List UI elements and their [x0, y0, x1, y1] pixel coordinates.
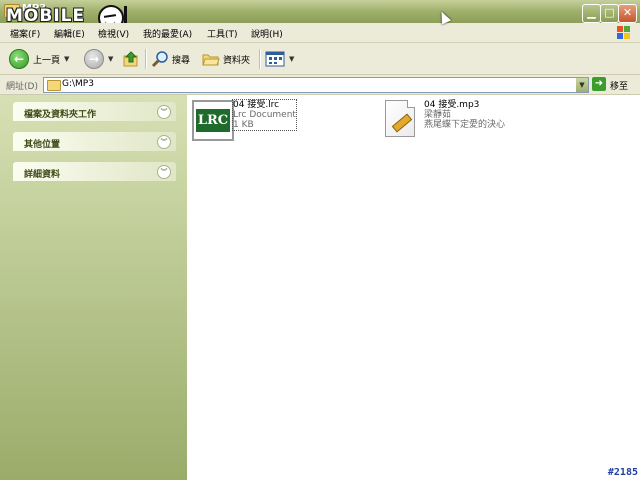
forward-button[interactable]: → ▼	[84, 48, 113, 70]
menu-bar: 檔案(F) 編輯(E) 檢視(V) 我的最愛(A) 工具(T) 說明(H)	[0, 23, 640, 43]
toolbar-separator	[259, 49, 261, 69]
menu-edit[interactable]: 編輯(E)	[54, 27, 85, 40]
menu-help[interactable]: 說明(H)	[251, 27, 283, 40]
search-label: 搜尋	[172, 55, 191, 66]
file-list[interactable]: LRC 04 接受.lrc Lrc Document 1 KB 04 接受.mp…	[187, 95, 640, 480]
close-button[interactable]: ✕	[618, 4, 637, 23]
image-counter: #2185	[607, 467, 638, 478]
panel-file-folder-tasks[interactable]: 檔案及資料夾工作 ︾	[13, 102, 176, 121]
folder-icon	[47, 80, 61, 91]
up-folder-icon	[123, 51, 138, 67]
chevron-down-icon[interactable]: ▼	[576, 78, 588, 92]
back-label: 上一頁	[33, 55, 61, 66]
chevron-down-icon[interactable]: ▼	[108, 55, 113, 63]
back-arrow-icon: ←	[9, 49, 29, 69]
panel-title: 其他位置	[24, 140, 61, 150]
file-item-mp3[interactable]: 04 接受.mp3 梁靜茹 燕尾蝶下定愛的決心	[385, 100, 525, 140]
folders-button[interactable]: 資料夾	[202, 48, 250, 70]
minimize-button[interactable]: ▁	[582, 4, 601, 23]
maximize-button[interactable]: □	[600, 4, 619, 23]
file-name: 04 接受.mp3	[424, 100, 480, 110]
panel-title: 詳細資料	[24, 170, 61, 180]
address-bar: 網址(D) G:\MP3 ▼ ➜ 移至	[0, 75, 640, 95]
file-type: Lrc Document	[233, 110, 296, 120]
expand-chevron-icon[interactable]: ︾	[157, 135, 171, 149]
panel-title: 檔案及資料夾工作	[24, 110, 97, 120]
address-value: G:\MP3	[62, 79, 94, 89]
file-size: 1 KB	[233, 120, 254, 130]
mp3-file-icon	[385, 100, 415, 137]
back-button[interactable]: ← 上一頁 ▼	[9, 48, 69, 70]
expand-chevron-icon[interactable]: ︾	[157, 165, 171, 179]
audio-file-glyph-icon	[391, 113, 413, 133]
task-pane: 檔案及資料夾工作 ︾ 其他位置 ︾ 詳細資料 ︾	[0, 95, 187, 480]
menu-view[interactable]: 檢視(V)	[98, 27, 129, 40]
views-button[interactable]: ▼	[265, 48, 294, 70]
go-arrow-icon[interactable]: ➜	[592, 77, 606, 91]
folders-label: 資料夾	[223, 55, 251, 66]
up-folder-button[interactable]	[122, 48, 140, 70]
file-info: 04 接受.lrc Lrc Document 1 KB	[232, 99, 297, 131]
folders-icon	[202, 54, 220, 66]
address-label: 網址(D)	[6, 82, 38, 92]
title-bar[interactable]: MP3 MOBILE ▁ □ ✕	[0, 0, 640, 31]
address-input[interactable]: G:\MP3 ▼	[43, 77, 589, 93]
lrc-icon-label: LRC	[196, 109, 230, 132]
search-button[interactable]: 搜尋	[151, 48, 190, 70]
file-item-lrc[interactable]: LRC 04 接受.lrc Lrc Document 1 KB	[192, 99, 302, 141]
toolbar: ← 上一頁 ▼ → ▼ 搜尋 資料夾 ▼	[0, 43, 640, 75]
file-album: 燕尾蝶下定愛的決心	[424, 120, 506, 130]
panel-details[interactable]: 詳細資料 ︾	[13, 162, 176, 181]
file-info: 04 接受.mp3 梁靜茹 燕尾蝶下定愛的決心	[424, 100, 505, 130]
search-icon	[151, 51, 168, 68]
go-button[interactable]: 移至	[610, 79, 628, 92]
menu-favorites[interactable]: 我的最愛(A)	[143, 27, 192, 40]
file-artist: 梁靜茹	[424, 110, 452, 120]
forward-arrow-icon: →	[84, 49, 104, 69]
panel-other-places[interactable]: 其他位置 ︾	[13, 132, 176, 151]
expand-chevron-icon[interactable]: ︾	[157, 105, 171, 119]
windows-flag-icon	[617, 26, 630, 39]
menu-tools[interactable]: 工具(T)	[207, 27, 238, 40]
toolbar-separator	[145, 49, 147, 69]
views-icon	[265, 51, 285, 67]
file-name: 04 接受.lrc	[233, 100, 280, 110]
menu-file[interactable]: 檔案(F)	[10, 27, 40, 40]
chevron-down-icon[interactable]: ▼	[64, 55, 69, 63]
lrc-file-icon: LRC	[192, 100, 234, 141]
chevron-down-icon[interactable]: ▼	[289, 55, 294, 63]
